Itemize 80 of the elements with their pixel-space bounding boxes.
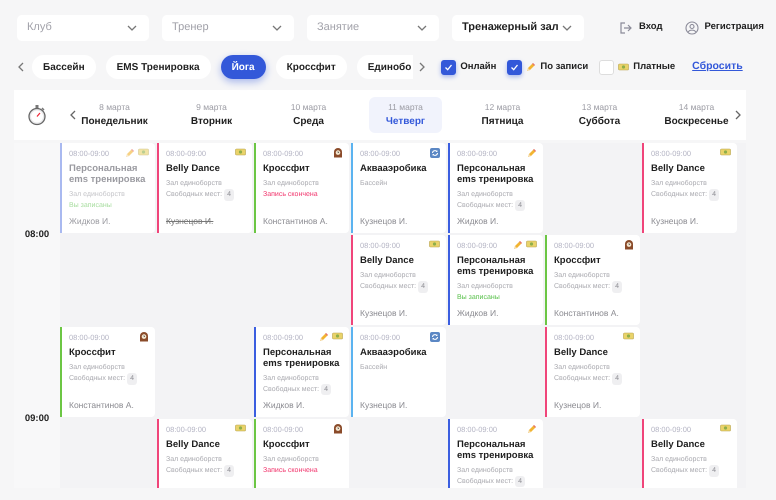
pencil-icon xyxy=(526,62,536,72)
trainer-name: Кузнецов И. xyxy=(554,399,602,412)
day-tab[interactable]: 14 марта Воскресенье xyxy=(648,97,745,133)
login-link[interactable]: Вход xyxy=(639,20,662,35)
clock-icon xyxy=(139,332,149,342)
pencil-icon xyxy=(513,240,523,250)
banknote-icon xyxy=(332,332,343,340)
class-title: Персональная ems тренировка xyxy=(263,348,340,370)
class-title: Персональная ems тренировка xyxy=(69,164,146,186)
class-title: Персональная ems тренировка xyxy=(457,256,534,278)
select-field[interactable]: Тренажерный зал xyxy=(452,14,584,40)
trainer-name: Константинов А. xyxy=(554,307,620,320)
clock-icon xyxy=(333,424,343,434)
day-tab[interactable]: 11 марта Четверг xyxy=(369,97,442,133)
refresh-icon xyxy=(430,332,440,342)
day-tab[interactable]: 8 марта Понедельник xyxy=(66,97,163,133)
day-tab[interactable]: 13 марта Суббота xyxy=(551,97,648,133)
check-icon xyxy=(444,62,454,72)
pencil-icon xyxy=(527,424,537,434)
banknote-icon xyxy=(429,240,440,248)
day-tab[interactable]: 12 марта Пятница xyxy=(454,97,551,133)
class-title: Belly Dance xyxy=(651,440,706,452)
class-title: Belly Dance xyxy=(651,164,706,176)
pencil-icon xyxy=(527,148,537,158)
trainer-name: Кузнецов И. xyxy=(360,215,408,228)
clock-icon xyxy=(333,148,343,158)
banknote-icon xyxy=(618,63,630,71)
checkbox[interactable] xyxy=(441,60,456,74)
class-title: Персональная ems тренировка xyxy=(457,164,534,186)
user-icon[interactable] xyxy=(684,20,698,34)
checkbox-label: Платные xyxy=(633,60,676,74)
checkbox[interactable] xyxy=(507,60,522,74)
class-title: Кроссфит xyxy=(263,440,311,452)
banknote-icon xyxy=(720,148,731,156)
category-pill[interactable]: Бассейн xyxy=(32,55,96,79)
check-icon xyxy=(510,62,520,72)
class-title: Belly Dance xyxy=(166,164,221,176)
pencil-icon xyxy=(319,332,329,342)
class-title: Кроссфит xyxy=(554,256,602,268)
checkbox-label: По записи xyxy=(540,60,588,74)
trainer-name: Константинов А. xyxy=(69,399,135,412)
banknote-icon xyxy=(720,424,731,432)
banknote-icon xyxy=(235,424,246,432)
time-label: 09:00 xyxy=(24,412,50,426)
trainer-name: Константинов А. xyxy=(263,215,329,228)
class-title: Персональная ems тренировка xyxy=(457,440,534,462)
class-title: Belly Dance xyxy=(166,440,221,452)
trainer-name: Жидков И. xyxy=(263,399,306,412)
reset-link[interactable]: Сбросить xyxy=(692,59,743,75)
category-pill[interactable]: Кроссфит xyxy=(276,55,347,79)
trainer-name: Кузнецов И. xyxy=(166,215,214,228)
trainer-name: Жидков И. xyxy=(457,215,500,228)
stopwatch-icon xyxy=(26,104,48,126)
category-pill[interactable]: Единобо xyxy=(356,55,414,79)
checkbox-label: Онлайн xyxy=(460,60,496,74)
clock-icon xyxy=(624,240,634,250)
login-icon[interactable] xyxy=(619,20,633,34)
category-pill[interactable]: Йога xyxy=(220,55,266,79)
refresh-icon xyxy=(430,148,440,158)
time-label: 08:00 xyxy=(24,228,50,242)
trainer-name: Кузнецов И. xyxy=(651,215,700,228)
class-title: Кроссфит xyxy=(69,348,117,360)
class-title: Аквааэробика xyxy=(360,164,428,176)
banknote-icon xyxy=(235,148,246,156)
trainer-name: Жидков И. xyxy=(69,215,112,228)
class-title: Belly Dance xyxy=(554,348,609,360)
day-tab[interactable]: 10 марта Среда xyxy=(260,97,357,133)
pencil-icon xyxy=(125,148,135,158)
trainer-name: Кузнецов И. xyxy=(360,307,408,320)
banknote-icon xyxy=(526,240,537,248)
class-title: Belly Dance xyxy=(360,256,415,268)
class-title: Аквааэробика xyxy=(360,348,428,360)
banknote-icon xyxy=(623,332,634,340)
day-tab[interactable]: 9 марта Вторник xyxy=(163,97,260,133)
category-pill[interactable]: EMS Тренировка xyxy=(106,55,211,79)
trainer-name: Жидков И. xyxy=(457,307,500,320)
trainer-name: Кузнецов И. xyxy=(360,399,408,412)
banknote-icon xyxy=(138,148,149,156)
class-title: Кроссфит xyxy=(263,164,311,176)
register-link[interactable]: Регистрация xyxy=(704,20,764,35)
